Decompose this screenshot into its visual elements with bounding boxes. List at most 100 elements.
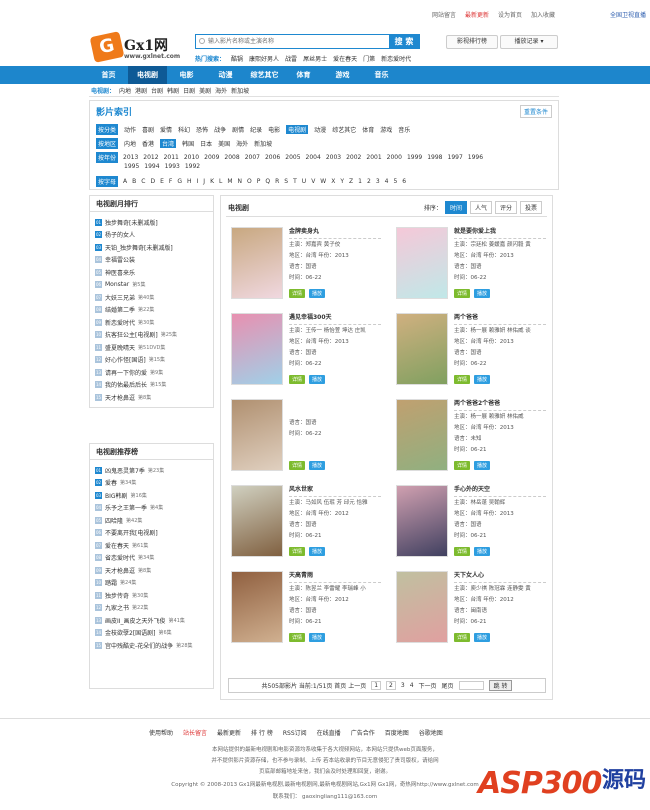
filter-year-option[interactable]: 2000 xyxy=(387,154,402,161)
list-item[interactable]: 08 结婚第二季 第22集 xyxy=(95,304,208,317)
list-item[interactable]: 12 九家之书 第22集 xyxy=(95,602,208,615)
filter-letter-option[interactable]: 5 xyxy=(393,178,397,185)
footer-link[interactable]: 百度地图 xyxy=(385,728,409,737)
list-item[interactable]: 09 天才枪鼻逗 第8集 xyxy=(95,564,208,577)
play-button[interactable]: 播放 xyxy=(309,289,326,298)
hot-search-item[interactable]: 酷锅 xyxy=(231,54,243,63)
filter-year-option[interactable]: 2005 xyxy=(285,154,300,161)
poster-image[interactable] xyxy=(231,227,283,299)
filter-letter-option[interactable]: Z xyxy=(349,178,353,185)
hot-search-item[interactable]: 屌丝男士 xyxy=(303,54,327,63)
footer-link[interactable]: RSS订阅 xyxy=(283,728,307,737)
video-title[interactable]: 两个爸爸 xyxy=(454,312,546,325)
footer-link[interactable]: 使用帮助 xyxy=(149,728,173,737)
filter-type-option[interactable]: 动漫 xyxy=(314,125,326,134)
filter-type-option[interactable]: 剧情 xyxy=(232,125,244,134)
poster-image[interactable] xyxy=(396,485,448,557)
filter-area-option[interactable]: 韩国 xyxy=(182,139,194,148)
list-item[interactable]: 03 BIG韩剧 第16集 xyxy=(95,489,208,502)
list-item[interactable]: 06 Monstar 第5集 xyxy=(95,279,208,292)
filter-year-option[interactable]: 2009 xyxy=(204,154,219,161)
detail-button[interactable]: 详情 xyxy=(454,289,471,298)
list-item[interactable]: 11 独步传奇 第30集 xyxy=(95,589,208,602)
video-title[interactable]: 两个爸爸2个爸爸 xyxy=(454,398,546,411)
filter-letter-option[interactable]: F xyxy=(169,178,172,185)
filter-letter-option[interactable]: Q xyxy=(265,178,270,185)
filter-year-option[interactable]: 2013 xyxy=(123,154,138,161)
footer-link[interactable]: 排 行 榜 xyxy=(251,728,273,737)
filter-letter-option[interactable]: 3 xyxy=(376,178,380,185)
page-number[interactable]: 3 xyxy=(401,682,405,689)
list-item[interactable]: 06 不要离开我[电视剧] xyxy=(95,527,208,540)
filter-letter-option[interactable]: W xyxy=(320,178,326,185)
filter-type-option[interactable]: 游戏 xyxy=(380,125,392,134)
filter-area-option[interactable]: 海外 xyxy=(236,139,248,148)
list-item[interactable]: 02 爱春 第34集 xyxy=(95,477,208,490)
filter-letter-option[interactable]: H xyxy=(187,178,192,185)
subnav-item[interactable]: 海外 xyxy=(215,86,227,95)
footer-link[interactable]: 在线直播 xyxy=(317,728,341,737)
video-title[interactable]: 天高青雨 xyxy=(289,570,381,583)
filter-type-option[interactable]: 音乐 xyxy=(398,125,410,134)
subnav-item[interactable]: 台剧 xyxy=(151,86,163,95)
filter-year-option[interactable]: 1993 xyxy=(165,163,180,170)
list-item[interactable]: 09 新恋爱时代 第30集 xyxy=(95,316,208,329)
filter-year-option[interactable]: 2008 xyxy=(224,154,239,161)
poster-image[interactable] xyxy=(396,227,448,299)
sort-time-button[interactable]: 时间 xyxy=(444,201,467,214)
filter-letter-option[interactable]: N xyxy=(238,178,243,185)
list-item[interactable]: 15 宫中残酷史-花朵们的战争 第28集 xyxy=(95,639,208,652)
nav-sports[interactable]: 体育 xyxy=(284,66,323,84)
filter-year-option[interactable]: 1999 xyxy=(407,154,422,161)
filter-type-option[interactable]: 科幻 xyxy=(178,125,190,134)
poster-image[interactable] xyxy=(396,313,448,385)
filter-year-option[interactable]: 2010 xyxy=(184,154,199,161)
nav-music[interactable]: 音乐 xyxy=(362,66,401,84)
filter-year-option[interactable]: 2004 xyxy=(306,154,321,161)
footer-link[interactable]: 最新更新 xyxy=(217,728,241,737)
list-item[interactable]: 01 独步舞奇[未删减版] xyxy=(95,216,208,229)
play-button[interactable]: 播放 xyxy=(474,547,491,556)
list-item[interactable]: 04 乐予之王第一季 第4集 xyxy=(95,502,208,515)
sort-vote-button[interactable]: 投票 xyxy=(519,201,542,214)
detail-button[interactable]: 详情 xyxy=(289,633,306,642)
filter-letter-option[interactable]: G xyxy=(177,178,182,185)
nav-movie[interactable]: 电影 xyxy=(167,66,206,84)
filter-year-option[interactable]: 2006 xyxy=(265,154,280,161)
toplink-homepage[interactable]: 设为首页 xyxy=(498,10,522,19)
play-button[interactable]: 播放 xyxy=(309,375,326,384)
search-button[interactable]: 搜 索 xyxy=(389,35,419,48)
page-number[interactable]: 4 xyxy=(410,682,414,689)
hot-search-item[interactable]: 爱在春天 xyxy=(333,54,357,63)
detail-button[interactable]: 详情 xyxy=(289,461,306,470)
filter-area-option[interactable]: 日本 xyxy=(200,139,212,148)
list-item[interactable]: 12 好心作怪[国语] 第15集 xyxy=(95,354,208,367)
poster-image[interactable] xyxy=(396,571,448,643)
video-title[interactable]: 就是要你爱上我 xyxy=(454,226,546,239)
play-button[interactable]: 播放 xyxy=(474,289,491,298)
toplink-message[interactable]: 网站留言 xyxy=(432,10,456,19)
rank-button[interactable]: 影视排行榜 xyxy=(446,35,498,49)
filter-type-option[interactable]: 综艺其它 xyxy=(332,125,356,134)
poster-image[interactable] xyxy=(396,399,448,471)
filter-type-option[interactable]: 电影 xyxy=(268,125,280,134)
filter-letter-option[interactable]: S xyxy=(284,178,288,185)
filter-type-option[interactable]: 爱情 xyxy=(160,125,172,134)
hot-search-item[interactable]: 战雷 xyxy=(285,54,297,63)
play-button[interactable]: 播放 xyxy=(474,633,491,642)
play-button[interactable]: 播放 xyxy=(309,461,326,470)
filter-letter-option[interactable]: T xyxy=(293,178,297,185)
filter-letter-option[interactable]: Y xyxy=(340,178,344,185)
sort-rating-button[interactable]: 评分 xyxy=(494,201,517,214)
filter-letter-option[interactable]: X xyxy=(331,178,335,185)
filter-letter-option[interactable]: U xyxy=(302,178,306,185)
filter-letter-option[interactable]: E xyxy=(160,178,164,185)
filter-year-option[interactable]: 1995 xyxy=(124,163,139,170)
subnav-item[interactable]: 内地 xyxy=(119,86,131,95)
filter-year-option[interactable]: 2007 xyxy=(245,154,260,161)
filter-year-option[interactable]: 2001 xyxy=(366,154,381,161)
reset-filter-button[interactable]: 重置条件 xyxy=(519,105,552,118)
detail-button[interactable]: 详情 xyxy=(289,289,306,298)
filter-letter-option[interactable]: M xyxy=(227,178,232,185)
nav-anime[interactable]: 动漫 xyxy=(206,66,245,84)
